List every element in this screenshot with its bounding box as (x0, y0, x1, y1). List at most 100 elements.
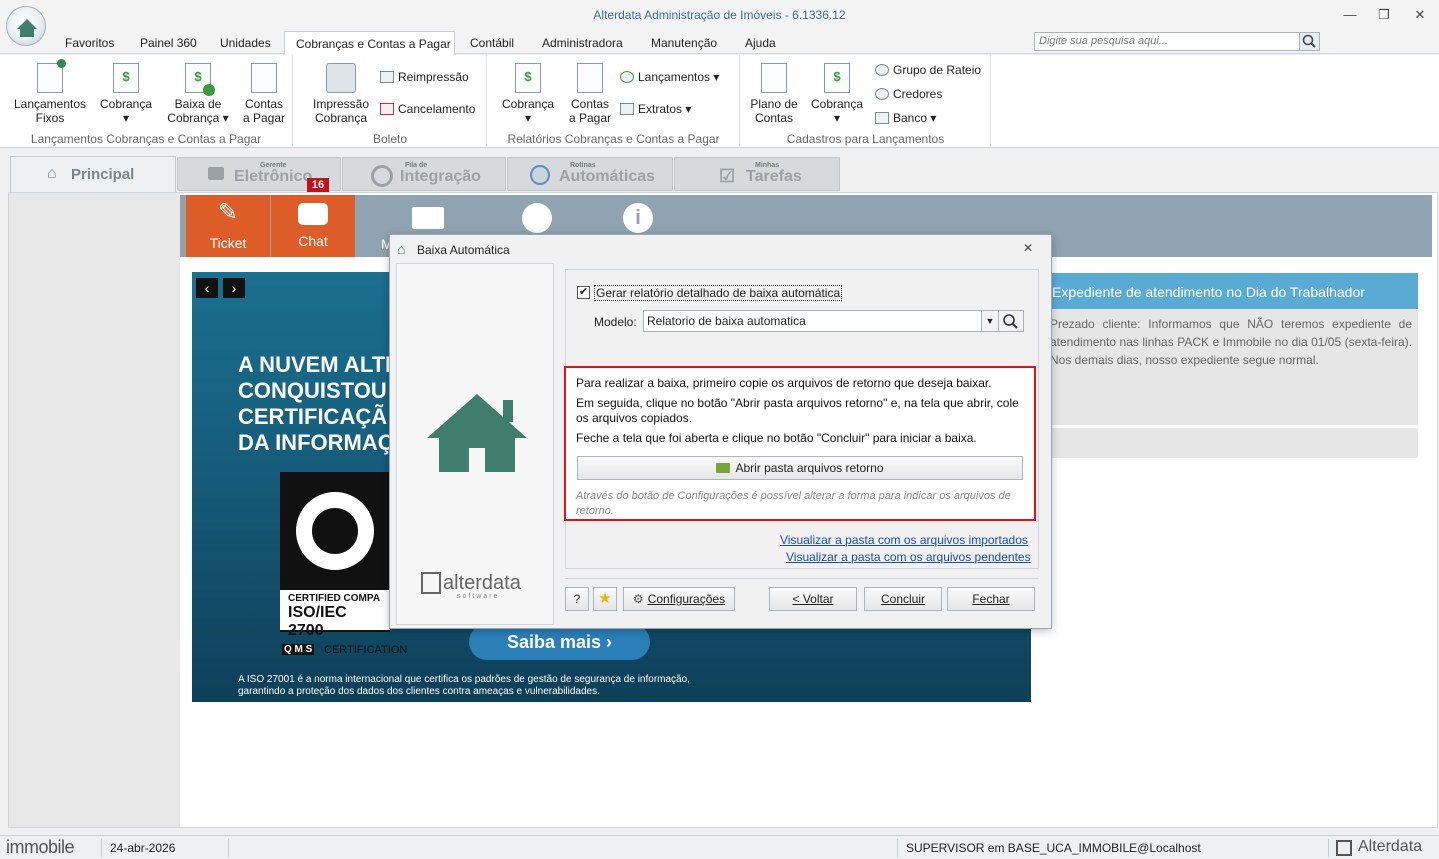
chat-icon (298, 203, 328, 225)
exchange-icon (620, 71, 634, 83)
qms-logo: CERTIFIED COMPA ISO/IEC 2700 (280, 472, 390, 639)
menu-contabil[interactable]: Contábil (470, 36, 514, 50)
tab-eletronico-label: Eletrônico (234, 168, 313, 185)
modelo-search-button[interactable] (998, 310, 1024, 332)
menu-favoritos[interactable]: Favoritos (65, 36, 114, 50)
left-panel (9, 193, 180, 827)
rel-cobranca-arrow: ▾ (524, 111, 532, 125)
relatorio-contas-pagar-button[interactable]: Contas a Pagar (564, 63, 616, 125)
config-button[interactable]: ⚙ Configurações (623, 587, 735, 611)
banco-dropdown[interactable]: Banco ▾ (875, 110, 936, 126)
next-arrow-icon[interactable]: › (223, 278, 245, 298)
link-arquivos-importados[interactable]: Visualizar a pasta com os arquivos impor… (780, 533, 1028, 547)
banner-line-3: CERTIFICAÇÃ (238, 404, 388, 429)
info-icon[interactable]: i (623, 203, 653, 233)
search-input[interactable]: Digite sua pesquisa aqui... (1034, 32, 1300, 51)
cad-cobranca-arrow: ▾ (833, 111, 841, 125)
star-icon[interactable]: ★ (593, 587, 617, 611)
dialog-close-button[interactable]: ✕ (1023, 241, 1033, 255)
menu-unidades[interactable]: Unidades (220, 36, 271, 50)
tab-gerente-eletronico[interactable]: Gerente Eletrônico 16 (177, 157, 341, 192)
impressao-cobranca-button[interactable]: Impressão Cobrança (308, 63, 374, 125)
plano-contas-button[interactable]: Plano de Contas (747, 63, 801, 125)
alterdata-logo-icon (1336, 840, 1352, 856)
ribbon-group-lancamentos: Lançamentos Fixos $ Cobrança ▾ $ Baixa d… (0, 55, 293, 148)
reimpressao-button[interactable]: Reimpressão (380, 69, 469, 85)
person-icon (875, 88, 889, 100)
chevron-down-icon[interactable]: ▼ (981, 310, 999, 332)
cadastro-cobranca-button[interactable]: $ Cobrança ▾ (809, 63, 865, 125)
dollar-check-icon: $ (185, 63, 215, 96)
modelo-select[interactable]: Relatorio de baixa automatica (643, 310, 982, 332)
group-label-lancamentos: Lançamentos Cobranças e Contas a Pagar (30, 132, 262, 146)
tab-minhas-tarefas[interactable]: ☑ Minhas Tarefas (674, 157, 840, 191)
ticket-button[interactable]: ✎ Ticket (186, 195, 270, 257)
minimize-button[interactable]: — (1340, 6, 1360, 24)
menu-painel-360[interactable]: Painel 360 (140, 36, 197, 50)
lancamentos-dropdown[interactable]: Lançamentos ▾ (620, 69, 719, 85)
saiba-mais-button[interactable]: Saiba mais › (469, 624, 650, 660)
banner-line-2: CONQUISTOU A (238, 378, 408, 403)
extratos-dropdown[interactable]: Extratos ▾ (620, 101, 691, 117)
menu-cobrancas-label: Cobranças e Contas a Pagar (296, 37, 451, 51)
baixa-cobranca-button[interactable]: $ Baixa de Cobrança ▾ (164, 63, 232, 125)
profile-icon[interactable] (522, 203, 552, 233)
qms-text: Q M S (282, 644, 315, 655)
config-hint: Através do botão de Configurações é poss… (576, 490, 1011, 517)
ticket-label: Ticket (209, 235, 247, 251)
certification-text: CERTIFICATION (324, 644, 408, 656)
restore-button[interactable]: ❐ (1374, 6, 1394, 24)
cobranca-button[interactable]: $ Cobrança ▾ (96, 63, 156, 125)
house-icon (427, 394, 527, 472)
search-button[interactable] (1299, 32, 1320, 51)
mail-icon[interactable] (412, 207, 444, 229)
relatorio-cobranca-button[interactable]: $ Cobrança ▾ (500, 63, 556, 125)
fechar-button[interactable]: Fechar (947, 587, 1035, 611)
banner-line-4: DA INFORMAÇ (238, 430, 394, 455)
prev-arrow-icon[interactable]: ‹ (196, 278, 218, 298)
tab-fila-integracao[interactable]: Fila de Integração (342, 157, 506, 191)
lancamentos-fixos-button[interactable]: Lançamentos Fixos (12, 59, 88, 125)
report-checkbox-label[interactable]: Gerar relatório detalhado de baixa autom… (594, 285, 843, 301)
app-logo-icon[interactable] (6, 6, 46, 46)
menu-ajuda[interactable]: Ajuda (745, 36, 776, 50)
rel-cobranca-label: Cobrança (501, 97, 555, 111)
lancamentos-fixos-label-1: Lançamentos (13, 97, 87, 111)
help-button[interactable]: ? (565, 587, 589, 611)
printer-icon (326, 63, 356, 93)
reimpressao-label: Reimpressão (398, 70, 469, 84)
menu-cobrancas-contas[interactable]: Cobranças e Contas a Pagar (284, 31, 455, 55)
menu-manutencao[interactable]: Manutenção (651, 36, 717, 50)
cancelamento-button[interactable]: Cancelamento (380, 101, 475, 117)
status-separator (228, 839, 229, 857)
home-icon: ⌂ (47, 165, 57, 182)
chat-button[interactable]: Chat (271, 195, 355, 257)
tab-principal[interactable]: ⌂ Principal (10, 156, 176, 192)
extratos-label: Extratos ▾ (638, 102, 692, 116)
voltar-button[interactable]: < Voltar (769, 587, 857, 611)
ribbon-group-cadastros: Plano de Contas $ Cobrança ▾ Grupo de Ra… (741, 55, 991, 148)
config-label: Configurações (647, 592, 726, 606)
report-checkbox[interactable]: ✔ (577, 286, 590, 299)
contas-pagar-label-2: a Pagar (242, 111, 286, 125)
news-title[interactable]: Expediente de atendimento no Dia do Trab… (1044, 273, 1418, 309)
menu-administradora[interactable]: Administradora (542, 36, 623, 50)
tab-rotinas-automaticas[interactable]: Rotinas Automáticas (507, 157, 673, 191)
grupo-rateio-button[interactable]: Grupo de Rateio (875, 62, 981, 78)
link-arquivos-pendentes[interactable]: Visualizar a pasta com os arquivos pende… (786, 550, 1031, 564)
ribbon-group-boleto: Impressão Cobrança Reimpressão Cancelame… (294, 55, 487, 148)
gear-icon: ⚙ (632, 592, 644, 606)
concluir-button[interactable]: Concluir (864, 587, 942, 611)
open-folder-button[interactable]: Abrir pasta arquivos retorno (577, 456, 1023, 480)
credores-label: Credores (893, 87, 943, 101)
contas-pagar-button[interactable]: Contas a Pagar (238, 63, 290, 125)
iso-text: ISO/IEC 2700 (288, 604, 347, 639)
title-bar: Alterdata Administração de Imóveis - 6.1… (0, 0, 1439, 30)
sync-icon (371, 165, 393, 187)
tab-principal-label: Principal (71, 166, 135, 183)
lancamentos-label: Lançamentos ▾ (638, 70, 720, 84)
banner-footnote-2: garantindo a proteção dos dados dos clie… (238, 686, 600, 697)
close-window-button[interactable]: ✕ (1410, 6, 1430, 24)
credores-button[interactable]: Credores (875, 86, 942, 102)
rel-contas-label-2: a Pagar (568, 111, 612, 125)
